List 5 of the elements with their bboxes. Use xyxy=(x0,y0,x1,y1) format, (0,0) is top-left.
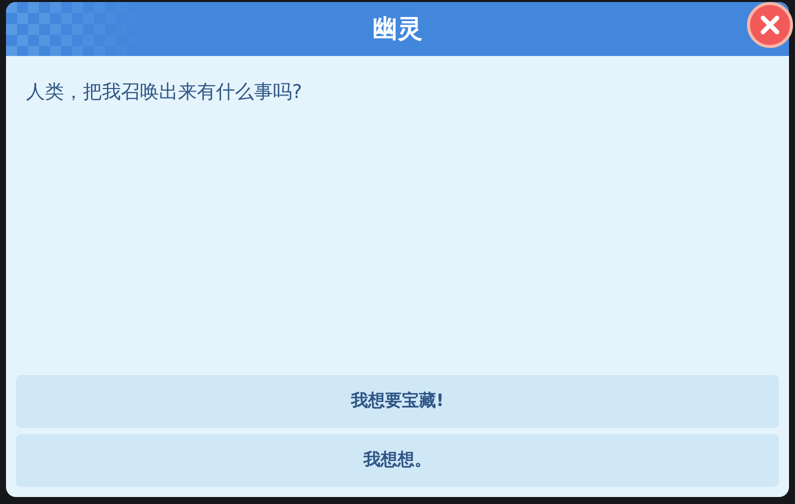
option-button[interactable]: 我想要宝藏! xyxy=(16,375,779,428)
close-icon xyxy=(759,14,781,36)
option-button[interactable]: 我想想。 xyxy=(16,434,779,487)
dialog-title: 幽灵 xyxy=(372,13,422,46)
dialog-message: 人类，把我召唤出来有什么事吗? xyxy=(25,80,304,105)
